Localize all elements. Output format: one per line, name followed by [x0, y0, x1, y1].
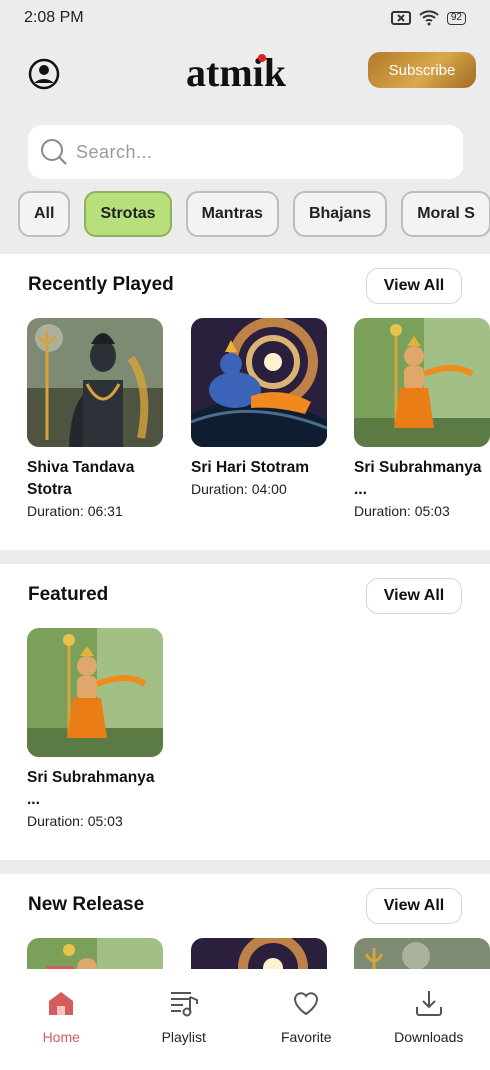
track-card[interactable]: Sri Subrahmanya ... Duration: 05:03	[27, 628, 163, 829]
track-card[interactable]: Sri Hari Stotram Duration: 04:00	[191, 318, 327, 497]
chip-moral-stories[interactable]: Moral S	[401, 191, 490, 237]
section-title: Recently Played	[28, 274, 174, 295]
shiva-icon	[27, 318, 163, 447]
shiva-icon[interactable]	[354, 938, 490, 969]
chip-all[interactable]: All	[18, 191, 71, 237]
subscribe-button[interactable]: Subscribe	[368, 52, 476, 88]
chip-strotas[interactable]: Strotas	[84, 191, 172, 237]
vishnu-icon	[191, 318, 327, 447]
track-card[interactable]: Shiva Tandava Stotra Duration: 06:31	[27, 318, 163, 519]
murugan-icon[interactable]	[27, 938, 163, 969]
new-release-section: New Release View All	[0, 874, 490, 969]
download-icon	[415, 991, 442, 1016]
chip-bhajans[interactable]: Bhajans	[292, 191, 388, 237]
section-title: New Release	[28, 894, 145, 915]
nav-favorite[interactable]: Favorite	[245, 969, 368, 1070]
profile-icon[interactable]	[28, 58, 60, 90]
screen-cast-off-icon	[390, 11, 411, 25]
track-duration: Duration: 06:31	[27, 503, 123, 519]
track-title: Shiva Tandava Stotra	[27, 459, 135, 498]
search-input[interactable]	[76, 141, 436, 163]
nav-playlist[interactable]: Playlist	[123, 969, 246, 1070]
category-chips: All Strotas Mantras Bhajans Moral S	[18, 191, 490, 237]
track-card[interactable]: Sri Subrahmanya ... Duration: 05:03	[354, 318, 490, 519]
track-duration: Duration: 05:03	[27, 813, 123, 829]
status-icons: 92	[390, 10, 466, 26]
top-bar: atmik Subscribe	[0, 44, 490, 104]
track-title: Sri Subrahmanya ...	[354, 459, 482, 498]
battery-icon: 92	[446, 11, 466, 25]
nav-home[interactable]: Home	[0, 969, 123, 1070]
vishnu-icon[interactable]	[191, 938, 327, 969]
nav-favorite-label: Favorite	[280, 1029, 332, 1045]
view-all-button[interactable]: View All	[366, 578, 462, 614]
murugan-icon	[27, 628, 163, 757]
chip-mantras[interactable]: Mantras	[185, 191, 279, 237]
search-icon	[41, 139, 67, 165]
section-title: Featured	[28, 584, 109, 605]
track-duration: Duration: 04:00	[191, 481, 287, 497]
nav-downloads-label: Downloads	[394, 1029, 464, 1045]
bottom-nav: Home Playlist Favorite Downloads	[0, 969, 490, 1070]
home-icon	[49, 992, 74, 1015]
logo-text: atmik	[186, 50, 287, 95]
search-bar[interactable]	[28, 125, 463, 179]
playlist-icon	[170, 992, 198, 1017]
nav-home-label: Home	[42, 1029, 80, 1045]
track-title: Sri Subrahmanya ...	[27, 769, 155, 808]
view-all-button[interactable]: View All	[366, 268, 462, 304]
featured-section: Featured View All Sri Subrahmanya ... Du…	[0, 564, 490, 860]
wifi-icon	[419, 10, 439, 26]
heart-icon	[294, 992, 319, 1016]
nav-playlist-label: Playlist	[161, 1029, 206, 1045]
recently-played-section: Recently Played View All Shiva Tandava S…	[0, 254, 490, 550]
view-all-button[interactable]: View All	[366, 888, 462, 924]
status-bar: 2:08 PM 92	[0, 0, 490, 36]
murugan-icon	[354, 318, 490, 447]
atmik-logo: atmik	[186, 50, 287, 95]
track-title: Sri Hari Stotram	[191, 459, 310, 476]
nav-downloads[interactable]: Downloads	[368, 969, 490, 1070]
status-time: 2:08 PM	[24, 9, 84, 26]
track-duration: Duration: 05:03	[354, 503, 450, 519]
